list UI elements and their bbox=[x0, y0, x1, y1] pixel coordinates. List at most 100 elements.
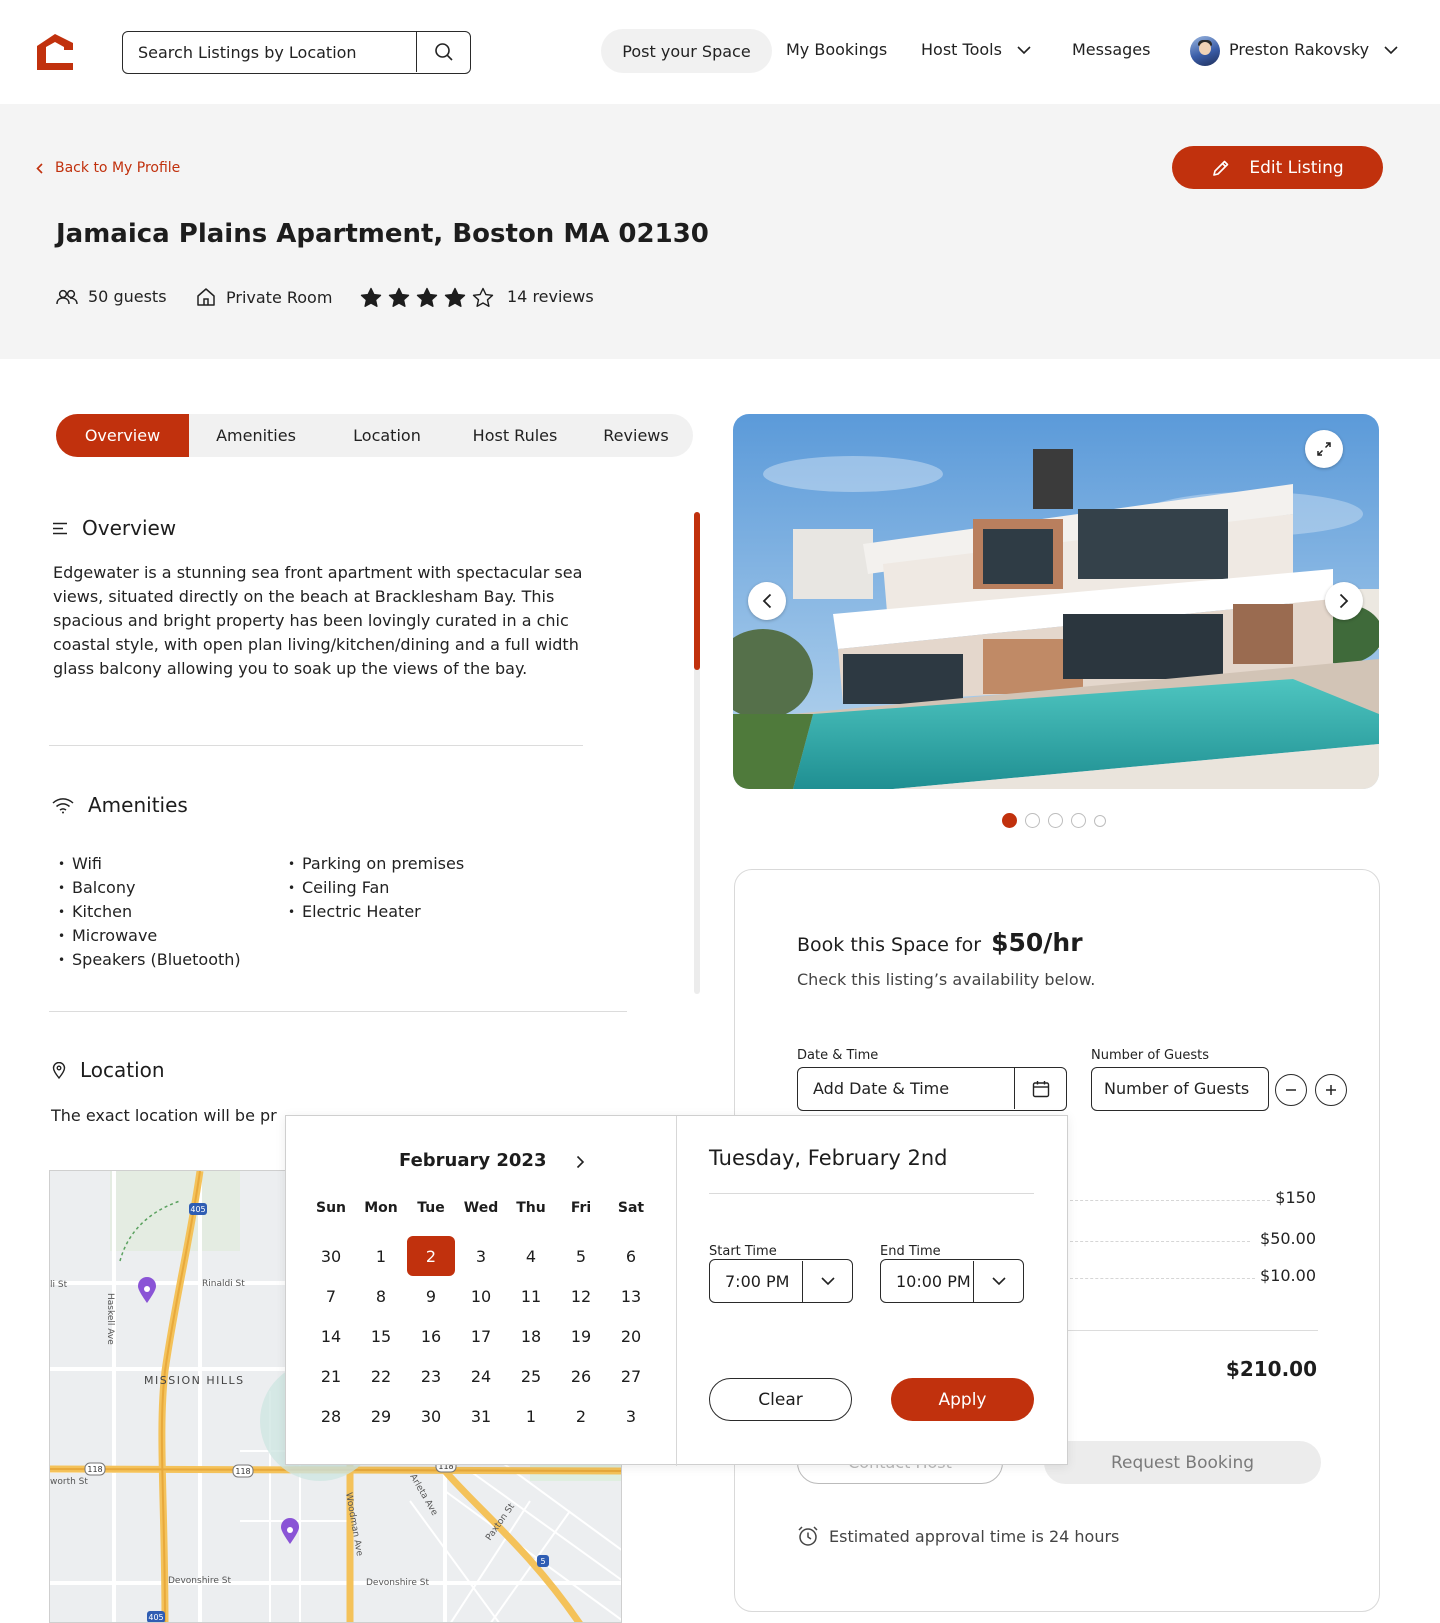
star-empty-icon bbox=[472, 287, 494, 307]
date-time-picker: February 2023 Sun Mon Tue Wed Thu Fri Sat 30 1 2 3… bbox=[285, 1115, 1068, 1466]
booking-price: $50/hr bbox=[991, 928, 1083, 957]
calendar-day[interactable]: 30 bbox=[407, 1396, 455, 1436]
decrease-guests-button[interactable] bbox=[1275, 1074, 1307, 1106]
gallery-dot[interactable] bbox=[1094, 814, 1106, 827]
location-heading-label: Location bbox=[80, 1058, 165, 1082]
gallery-dot[interactable] bbox=[1071, 813, 1086, 828]
gallery-dot[interactable] bbox=[1025, 813, 1040, 828]
post-space-button[interactable]: Post your Space bbox=[601, 29, 772, 73]
tab-location[interactable]: Location bbox=[323, 414, 451, 457]
search-input[interactable] bbox=[123, 32, 417, 72]
calendar-day[interactable]: 24 bbox=[457, 1356, 505, 1396]
calendar-button[interactable] bbox=[1014, 1068, 1066, 1109]
gallery-dot[interactable] bbox=[1048, 813, 1063, 828]
edit-listing-button[interactable]: Edit Listing bbox=[1172, 146, 1383, 189]
my-bookings-link[interactable]: My Bookings bbox=[786, 40, 887, 59]
calendar-day[interactable]: 6 bbox=[607, 1236, 655, 1276]
calendar-day[interactable]: 3 bbox=[457, 1236, 505, 1276]
start-time-select[interactable]: 7:00 PM bbox=[709, 1259, 853, 1303]
calendar-day[interactable]: 3 bbox=[607, 1396, 655, 1436]
logo-icon[interactable] bbox=[34, 30, 76, 72]
list-item: Wifi bbox=[58, 852, 241, 876]
expand-button[interactable] bbox=[1305, 430, 1343, 468]
calendar-day[interactable]: 23 bbox=[407, 1356, 455, 1396]
list-item: Microwave bbox=[58, 924, 241, 948]
clear-button[interactable]: Clear bbox=[709, 1378, 852, 1421]
messages-link[interactable]: Messages bbox=[1072, 40, 1150, 59]
calendar-day[interactable]: 31 bbox=[457, 1396, 505, 1436]
gallery-dot[interactable] bbox=[1002, 813, 1017, 828]
list-item: Ceiling Fan bbox=[288, 876, 464, 900]
map-shield-label: 118 bbox=[235, 1467, 250, 1476]
section-tabs: Overview Amenities Location Host Rules R… bbox=[56, 414, 693, 457]
previous-photo-button[interactable] bbox=[748, 582, 786, 620]
end-time-select[interactable]: 10:00 PM bbox=[880, 1259, 1024, 1303]
tab-host-rules[interactable]: Host Rules bbox=[451, 414, 579, 457]
calendar-day[interactable]: 16 bbox=[407, 1316, 455, 1356]
minus-icon bbox=[1286, 1089, 1296, 1091]
calendar-day[interactable]: 19 bbox=[557, 1316, 605, 1356]
star-filled-icon bbox=[416, 287, 438, 307]
calendar-day[interactable]: 10 bbox=[457, 1276, 505, 1316]
calendar-day[interactable]: 2 bbox=[557, 1396, 605, 1436]
calendar-day[interactable]: 18 bbox=[507, 1316, 555, 1356]
user-menu[interactable]: Preston Rakovsky bbox=[1229, 40, 1398, 59]
calendar-day[interactable]: 7 bbox=[307, 1276, 355, 1316]
amenities-heading-label: Amenities bbox=[88, 793, 188, 817]
calendar-day[interactable]: 25 bbox=[507, 1356, 555, 1396]
location-heading: Location bbox=[52, 1058, 165, 1082]
list-item: Electric Heater bbox=[288, 900, 464, 924]
avatar[interactable] bbox=[1190, 36, 1220, 66]
weekday-label: Fri bbox=[570, 1200, 592, 1216]
calendar-day[interactable]: 28 bbox=[307, 1396, 355, 1436]
increase-guests-button[interactable] bbox=[1315, 1074, 1347, 1106]
calendar-day[interactable]: 26 bbox=[557, 1356, 605, 1396]
calendar-day[interactable]: 4 bbox=[507, 1236, 555, 1276]
reviews-count[interactable]: 14 reviews bbox=[507, 287, 594, 306]
next-photo-button[interactable] bbox=[1325, 582, 1363, 620]
scrollbar-thumb[interactable] bbox=[694, 512, 700, 670]
weekday-label: Wed bbox=[463, 1200, 499, 1216]
request-booking-button[interactable]: Request Booking bbox=[1044, 1441, 1321, 1484]
calendar-day[interactable]: 1 bbox=[357, 1236, 405, 1276]
map-shield-label: 5 bbox=[540, 1557, 545, 1566]
tab-reviews[interactable]: Reviews bbox=[579, 414, 693, 457]
tab-amenities[interactable]: Amenities bbox=[189, 414, 323, 457]
calendar-day[interactable]: 9 bbox=[407, 1276, 455, 1316]
calendar-day[interactable]: 22 bbox=[357, 1356, 405, 1396]
calendar-day-selected[interactable]: 2 bbox=[407, 1236, 455, 1276]
apply-button[interactable]: Apply bbox=[891, 1378, 1034, 1421]
guest-count: 50 guests bbox=[56, 287, 167, 306]
calendar-day[interactable]: 1 bbox=[507, 1396, 555, 1436]
photo-gallery[interactable] bbox=[733, 414, 1379, 789]
guests-input[interactable] bbox=[1092, 1068, 1268, 1109]
tab-overview[interactable]: Overview bbox=[56, 414, 189, 457]
section-divider bbox=[49, 745, 583, 746]
calendar-day[interactable]: 29 bbox=[357, 1396, 405, 1436]
calendar-day[interactable]: 15 bbox=[357, 1316, 405, 1356]
calendar-day[interactable]: 17 bbox=[457, 1316, 505, 1356]
overview-heading-label: Overview bbox=[82, 516, 177, 540]
calendar-day[interactable]: 13 bbox=[607, 1276, 655, 1316]
calendar-day[interactable]: 21 bbox=[307, 1356, 355, 1396]
guest-count-label: 50 guests bbox=[88, 287, 167, 306]
calendar-day[interactable]: 5 bbox=[557, 1236, 605, 1276]
next-month-button[interactable] bbox=[570, 1152, 590, 1172]
date-time-input[interactable] bbox=[798, 1068, 1014, 1109]
search-button[interactable] bbox=[416, 32, 470, 72]
calendar-grid: Sun Mon Tue Wed Thu Fri Sat 30 1 2 3 4 5 6 7 8 9 10 11 12 13… bbox=[306, 1196, 656, 1436]
calendar-day[interactable]: 11 bbox=[507, 1276, 555, 1316]
calendar-day[interactable]: 14 bbox=[307, 1316, 355, 1356]
list-item: Speakers (Bluetooth) bbox=[58, 948, 241, 972]
calendar-month-title: February 2023 bbox=[399, 1150, 547, 1171]
calendar-day[interactable]: 27 bbox=[607, 1356, 655, 1396]
calendar-day[interactable]: 8 bbox=[357, 1276, 405, 1316]
alarm-clock-icon bbox=[798, 1526, 818, 1546]
back-link[interactable]: Back to My Profile bbox=[36, 160, 180, 176]
calendar-day[interactable]: 30 bbox=[307, 1236, 355, 1276]
map-shield-label: 118 bbox=[87, 1465, 102, 1474]
host-tools-menu[interactable]: Host Tools bbox=[921, 40, 1031, 59]
calendar-day[interactable]: 12 bbox=[557, 1276, 605, 1316]
dropdown-caret bbox=[973, 1260, 1023, 1302]
calendar-day[interactable]: 20 bbox=[607, 1316, 655, 1356]
